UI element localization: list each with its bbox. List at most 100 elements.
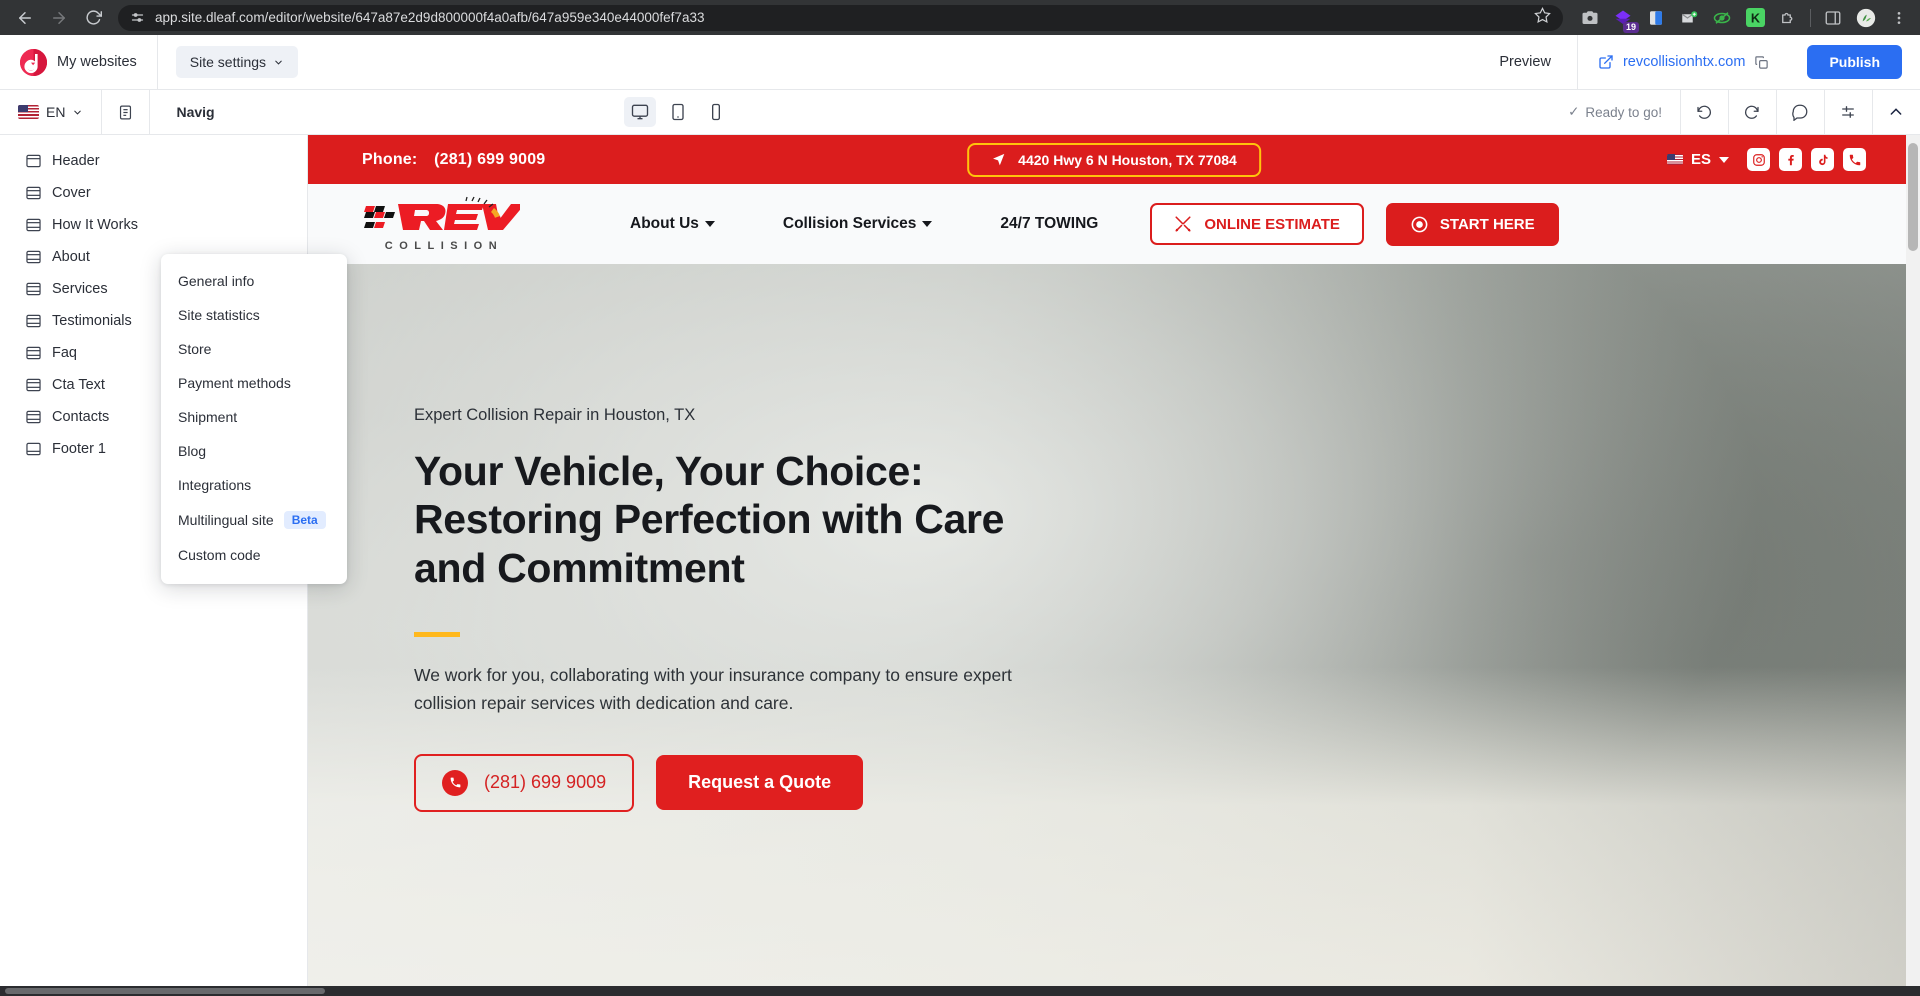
site-info-icon[interactable] <box>130 10 145 25</box>
website-preview-canvas[interactable]: Expert Collision Repair in Houston, TX Y… <box>308 135 1920 996</box>
online-estimate-label: ONLINE ESTIMATE <box>1204 215 1340 233</box>
collapse-panel-button[interactable] <box>1871 89 1920 135</box>
hero-quote-button[interactable]: Request a Quote <box>656 755 864 811</box>
device-switcher <box>623 97 732 127</box>
sidebar-item-header[interactable]: Header <box>0 145 307 177</box>
menu-item-custom-code[interactable]: Custom code <box>161 538 347 572</box>
chevron-down-icon <box>74 110 82 115</box>
hero-phone-button[interactable]: (281) 699 9009 <box>414 753 635 812</box>
sidebar-item-label: Cta Text <box>52 377 105 393</box>
sidebar-item-how-it-works[interactable]: How It Works <box>0 209 307 241</box>
nav-link-collision-services[interactable]: Collision Services <box>749 215 967 233</box>
browser-chrome: app.site.dleaf.com/editor/website/647a87… <box>0 0 1920 35</box>
preview-vertical-scrollbar[interactable]: ▼ <box>1906 135 1920 996</box>
scrollbar-thumb[interactable] <box>5 988 325 994</box>
menu-item-shipment[interactable]: Shipment <box>161 400 347 434</box>
window-horizontal-scrollbar[interactable] <box>0 986 1920 996</box>
bookmark-star-icon[interactable] <box>1534 6 1551 29</box>
back-icon[interactable] <box>10 3 40 33</box>
site-address-pill[interactable]: 4420 Hwy 6 N Houston, TX 77084 <box>967 142 1261 177</box>
sidebar-item-cover[interactable]: Cover <box>0 177 307 209</box>
side-panel-icon[interactable] <box>1822 7 1844 29</box>
comments-button[interactable] <box>1775 89 1824 135</box>
editor-second-bar: EN Navig ✓ Ready to go! <box>0 89 1920 135</box>
status-label: Ready to go! <box>1585 104 1662 120</box>
editor-language-selector[interactable]: EN <box>0 89 103 135</box>
navigator-title: Navig <box>176 104 215 120</box>
block-icon <box>26 282 41 296</box>
scrollbar-thumb[interactable] <box>1908 143 1918 251</box>
block-icon <box>26 186 41 200</box>
external-link-icon[interactable] <box>1598 54 1614 70</box>
svg-text:K: K <box>1750 11 1760 25</box>
site-language-selector[interactable]: ES <box>1666 151 1729 168</box>
menu-item-label: General info <box>178 273 255 289</box>
block-icon <box>26 250 41 264</box>
nav-link-label: About Us <box>630 215 699 232</box>
hero-content: Expert Collision Repair in Houston, TX Y… <box>414 406 1034 812</box>
menu-item-integrations[interactable]: Integrations <box>161 468 347 502</box>
publish-button[interactable]: Publish <box>1807 45 1902 79</box>
address-bar[interactable]: app.site.dleaf.com/editor/website/647a87… <box>118 4 1563 31</box>
preview-button[interactable]: Preview <box>1473 54 1577 70</box>
device-desktop-button[interactable] <box>623 97 656 127</box>
hero-heading-line-1: Your Vehicle, Your Choice: <box>414 448 924 494</box>
menu-item-general-info[interactable]: General info <box>161 264 347 298</box>
mail-extension-icon[interactable] <box>1678 7 1700 29</box>
sidebar-item-label: Header <box>52 153 100 169</box>
device-tablet-button[interactable] <box>662 97 694 127</box>
phone-icon[interactable] <box>1843 148 1866 171</box>
tiktok-icon[interactable] <box>1811 148 1834 171</box>
block-icon <box>26 218 41 232</box>
screenshot-extension-icon[interactable] <box>1579 7 1601 29</box>
menu-item-store[interactable]: Store <box>161 332 347 366</box>
purple-extension-icon[interactable]: 19 <box>1612 7 1639 33</box>
site-phone-group[interactable]: Phone: (281) 699 9009 <box>362 151 545 169</box>
redo-button[interactable] <box>1727 89 1776 135</box>
privacy-badger-extension-icon[interactable] <box>1711 7 1733 29</box>
hero-eyebrow: Expert Collision Repair in Houston, TX <box>414 406 696 424</box>
site-domain-link[interactable]: revcollisionhtx.com <box>1623 54 1746 70</box>
forward-icon[interactable] <box>44 3 74 33</box>
comment-icon <box>1792 104 1808 121</box>
nav-link-towing[interactable]: 24/7 TOWING <box>966 215 1132 233</box>
instagram-icon[interactable] <box>1747 148 1770 171</box>
chrome-menu-icon[interactable] <box>1888 7 1910 29</box>
avatar[interactable] <box>1855 7 1877 29</box>
device-mobile-button[interactable] <box>700 97 732 127</box>
site-settings-label: Site settings <box>189 54 267 70</box>
site-logo[interactable]: COLLISION <box>362 196 520 252</box>
navigator-toggle-button[interactable] <box>102 89 151 135</box>
site-settings-button[interactable]: Site settings <box>175 46 299 78</box>
reload-icon[interactable] <box>78 3 108 33</box>
menu-item-site-statistics[interactable]: Site statistics <box>161 298 347 332</box>
menu-item-blog[interactable]: Blog <box>161 434 347 468</box>
my-websites-button[interactable]: My websites <box>0 34 158 90</box>
block-icon <box>26 314 41 328</box>
caret-down-icon <box>922 221 933 227</box>
settings-sliders-button[interactable] <box>1823 89 1872 135</box>
desktop-icon <box>631 104 648 120</box>
sidebar-item-label: Faq <box>52 345 77 361</box>
menu-item-multilingual-site[interactable]: Multilingual site Beta <box>161 502 347 538</box>
website-root: Expert Collision Repair in Houston, TX Y… <box>308 135 1920 996</box>
nav-link-label: Collision Services <box>782 215 917 232</box>
facebook-icon[interactable] <box>1779 148 1802 171</box>
site-topbar: Phone: (281) 699 9009 4420 Hwy 6 N Houst… <box>308 135 1920 184</box>
menu-item-payment-methods[interactable]: Payment methods <box>161 366 347 400</box>
site-navbar: COLLISION About Us Collision Services 24… <box>308 184 1920 264</box>
redo-icon <box>1745 105 1760 119</box>
sidebar-item-label: Cover <box>52 185 91 201</box>
undo-button[interactable] <box>1679 89 1728 135</box>
kaspersky-extension-icon[interactable]: K <box>1744 7 1766 29</box>
extensions-puzzle-icon[interactable] <box>1777 7 1799 29</box>
menu-item-label: Store <box>178 341 212 357</box>
site-language-label: ES <box>1690 151 1711 168</box>
nav-link-about-us[interactable]: About Us <box>596 215 749 233</box>
start-here-button[interactable]: START HERE <box>1385 202 1559 246</box>
start-here-label: START HERE <box>1439 215 1535 233</box>
mobile-icon <box>711 103 720 121</box>
copy-icon[interactable] <box>1754 55 1769 70</box>
online-estimate-button[interactable]: ONLINE ESTIMATE <box>1150 203 1364 245</box>
bitwarden-extension-icon[interactable] <box>1645 7 1667 29</box>
